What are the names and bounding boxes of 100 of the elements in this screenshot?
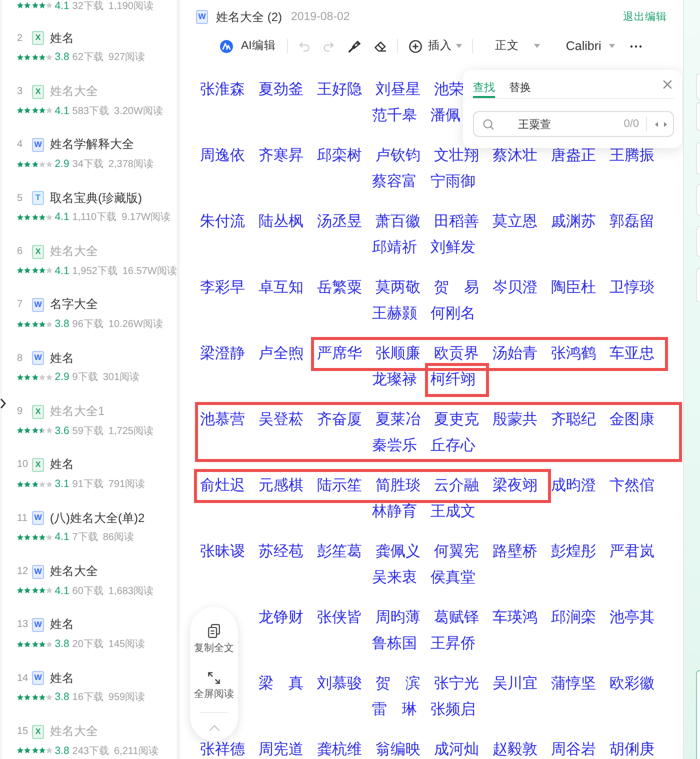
document-title-link[interactable]: 姓名学解释大全 — [50, 136, 134, 154]
rank-number: 15 — [17, 726, 30, 738]
name-text: 柯纤翊 — [430, 370, 476, 390]
document-title-link[interactable]: 取名宝典(珍藏版) — [50, 190, 142, 207]
name-text: 秦尝乐 — [372, 436, 417, 456]
rank-number: 10 — [17, 459, 30, 470]
name-text: 唐盎正 — [551, 146, 596, 166]
name-text: 雷 琳 — [372, 700, 417, 720]
ai-edit-button[interactable]: AI编辑 — [220, 38, 276, 54]
file-type-badge: X — [32, 458, 44, 472]
insert-button[interactable]: 插入 — [408, 38, 462, 54]
rank-number: 6 — [17, 246, 24, 258]
rank-number: 9 — [17, 406, 24, 418]
expand-icon — [208, 672, 220, 684]
match-count: 0/0 — [624, 118, 639, 130]
name-text: 汤丞昱 — [317, 212, 362, 232]
name-text: 周昀薄 — [376, 608, 420, 628]
name-text: 周宪道 — [258, 740, 304, 759]
file-type-badge: W — [32, 511, 44, 526]
name-text: 车亚忠 — [610, 344, 654, 364]
name-text: 李彩早 — [200, 278, 245, 298]
file-type-badge: W — [32, 564, 44, 579]
eraser-icon[interactable] — [374, 40, 387, 52]
name-text: 刘昼星 — [376, 80, 420, 100]
document-title-link[interactable]: 姓名 — [50, 616, 74, 634]
name-text: 云介融 — [434, 476, 479, 496]
name-text: 元感棋 — [258, 476, 304, 496]
name-text: 陶臣杜 — [551, 278, 596, 298]
name-text: 卞然倌 — [610, 476, 654, 496]
download-count: 583下载 — [72, 104, 109, 118]
caret-left-icon[interactable] — [655, 122, 658, 126]
name-text: 夏劲釜 — [258, 80, 304, 100]
name-text: 龚佩义 — [376, 542, 420, 562]
download-count: 1,110下载 — [72, 210, 117, 224]
find-input[interactable]: 王粟萱 — [518, 118, 624, 130]
name-text: 莫立恩 — [492, 212, 538, 232]
rank-number: 2 — [17, 32, 24, 44]
rating-score: 3.8 — [54, 51, 70, 64]
find-tab[interactable]: 替换 — [509, 79, 531, 98]
name-text: 张昧谡 — [200, 542, 245, 562]
file-type-badge: W — [32, 298, 44, 312]
name-text: 郭磊留 — [610, 212, 654, 232]
paragraph-style-dropdown[interactable]: 正文 — [494, 38, 540, 54]
brush-icon[interactable] — [348, 40, 361, 52]
name-text: 潘佩 — [430, 106, 460, 126]
name-text: 张顺廉 — [376, 344, 420, 364]
file-type-badge: W — [32, 618, 44, 632]
name-text: 吴川宜 — [492, 674, 538, 694]
fullscreen-button[interactable]: 全屏阅读 — [194, 672, 234, 701]
name-text: 王成文 — [430, 502, 476, 522]
search-icon — [483, 118, 494, 130]
document-title-link[interactable]: 姓名 — [50, 350, 74, 367]
rank-number: 4 — [17, 139, 24, 150]
rating-score: 4.1 — [54, 211, 70, 224]
rating-score: 4.1 — [54, 264, 70, 277]
name-text: 金图康 — [610, 410, 654, 430]
name-text: 卫惇琰 — [610, 278, 654, 298]
name-text: 汤始青 — [492, 344, 538, 364]
document-title-link[interactable]: 姓名 — [50, 30, 74, 47]
rank-number: 14 — [17, 672, 30, 684]
name-text: 车瑛鸿 — [492, 608, 538, 628]
document-title-link[interactable]: 姓名大全 — [50, 563, 98, 580]
read-count: 927阅读 — [108, 50, 146, 64]
name-text: 王赫颢 — [372, 304, 417, 324]
name-text: 文壮翔 — [434, 146, 479, 166]
close-icon[interactable] — [663, 80, 672, 89]
download-count: 1,952下载 — [72, 264, 118, 278]
rating-score: 3.8 — [54, 691, 70, 704]
more-icon[interactable] — [630, 44, 642, 48]
name-text: 卓互知 — [258, 278, 304, 298]
rank-number: 3 — [17, 86, 24, 98]
document-title-link[interactable]: (八)姓名大全(单)2 — [50, 510, 145, 527]
name-text: 严君岚 — [610, 542, 654, 562]
find-field[interactable]: 王粟萱 0/0 — [473, 111, 674, 137]
name-text: 刘慕骏 — [317, 674, 362, 694]
name-text: 田稻善 — [434, 212, 479, 232]
caret-right-icon[interactable] — [664, 122, 667, 126]
document-title-link[interactable]: 姓名 — [50, 670, 74, 687]
name-text: 齐聪纪 — [551, 410, 596, 430]
document-title-link[interactable]: 名字大全 — [50, 296, 98, 314]
read-count: 9.17W阅读 — [122, 210, 170, 224]
name-text: 翁编映 — [376, 740, 420, 759]
read-count: 16.57W阅读 — [122, 264, 177, 278]
name-text: 周谷岩 — [551, 740, 596, 759]
file-type-badge: X — [32, 84, 44, 99]
file-type-badge: X — [32, 244, 44, 259]
caret-down-icon — [534, 44, 540, 48]
name-text: 彭煌彤 — [551, 542, 596, 562]
file-type-badge: W — [32, 671, 44, 686]
name-text: 梁 真 — [258, 674, 304, 694]
name-text: 夏莱冶 — [376, 410, 420, 430]
chevron-right-icon[interactable] — [0, 398, 6, 409]
copy-text-button[interactable]: 复制全文 — [194, 624, 234, 655]
name-text: 张淮森 — [200, 80, 245, 100]
document-title-link[interactable]: 姓名 — [50, 456, 74, 474]
name-text: 胡俐庚 — [610, 740, 654, 759]
name-text: 赵毅敦 — [492, 740, 538, 759]
font-dropdown[interactable]: Calibri — [566, 38, 616, 54]
name-text: 龙铮财 — [258, 608, 304, 628]
rating-score: 2.9 — [54, 158, 70, 170]
